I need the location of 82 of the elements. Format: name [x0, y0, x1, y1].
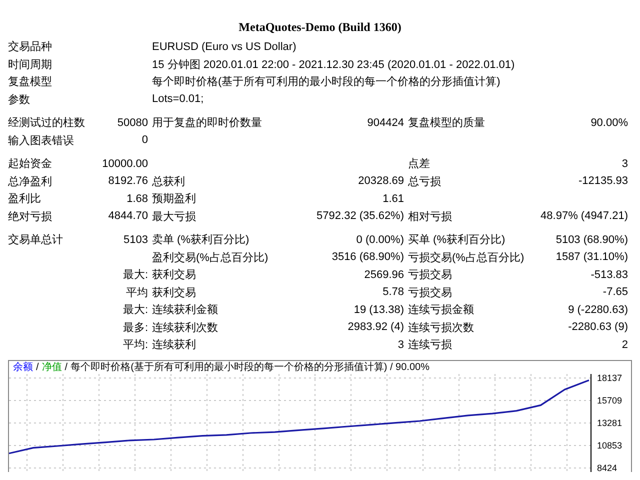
field-label: 复盘模型 [8, 75, 52, 90]
stat-label: 输入图表错误 [8, 134, 74, 148]
axis-tick-label: 10853 [597, 440, 622, 450]
stat-value: 2 [622, 338, 628, 351]
axis-tick-label: 15709 [597, 395, 622, 405]
stat-value: 5.78 [382, 286, 404, 298]
stat-label: 起始资金 [8, 157, 52, 172]
stat-label: 盈利比 [8, 192, 41, 206]
stat-value: 19 (13.38) [354, 304, 404, 316]
legend-separator: / [64, 360, 68, 374]
stat-label: 亏损交易(%占总百分比) [408, 250, 524, 265]
stat-value: 5103 [124, 234, 148, 246]
stat-value: 平均: [122, 338, 148, 352]
stat-label: 亏损交易 [408, 286, 452, 300]
stat-value: 最大: [122, 268, 148, 282]
stat-value: 3 [398, 338, 404, 351]
stat-value: -513.83 [590, 268, 628, 281]
field-value: 每个即时价格(基于所有可利用的最小时段的每一个价格的分形插值计算) [152, 75, 500, 90]
stat-label: 连续亏损次数 [408, 320, 474, 335]
stat-label: 复盘模型的质量 [408, 116, 485, 130]
stat-label: 连续获利 [152, 338, 196, 352]
stat-value: 0 (0.00%) [356, 234, 404, 246]
stat-value: 2569.96 [364, 268, 404, 281]
stat-value: 0 [142, 134, 148, 146]
stat-label: 点差 [408, 156, 430, 172]
legend-separator: / [36, 360, 39, 374]
stat-label: 总净盈利 [8, 174, 52, 189]
stat-value: 5103 (68.90%) [556, 234, 628, 246]
chart-caption: 每个即时价格(基于所有可利用的最小时段的每一个价格的分形插值计算) / 90.00% [70, 360, 430, 374]
stat-label: 获利交易 [152, 268, 196, 282]
stat-value: 1587 (31.10%) [556, 251, 628, 264]
stat-value: 20328.69 [358, 175, 404, 188]
legend-label: 净值 [42, 360, 62, 374]
report-subtitle: MetaQuotes-Demo (Build 1360) [238, 20, 402, 34]
axis-tick-label: 18137 [597, 374, 622, 382]
stat-label: 用于复盘的即时价数量 [152, 116, 262, 130]
stat-value: -12135.93 [578, 175, 628, 188]
field-value: EURUSD (Euro vs US Dollar) [152, 40, 296, 53]
stat-value: 48.97% (4947.21) [540, 210, 628, 222]
legend-label: 余额 [13, 360, 33, 374]
stat-value: 1.61 [382, 192, 404, 205]
stat-label: 相对亏损 [408, 210, 452, 224]
stat-value: 9 (-2280.63) [568, 304, 628, 316]
stat-value: 1.68 [126, 192, 148, 205]
stat-value: 10000.00 [102, 158, 148, 170]
stat-label: 连续获利次数 [152, 320, 218, 335]
axis-tick-label: 13281 [597, 418, 622, 428]
stat-label: 交易单总计 [8, 232, 63, 248]
stat-label: 亏损交易 [408, 268, 452, 282]
stat-value: 904424 [367, 116, 404, 129]
field-value: 15 分钟图 2020.01.01 22:00 - 2021.12.30 23:45 (2020.01.01 - 2022.01.01) [152, 58, 515, 72]
stat-label: 最大亏损 [152, 210, 196, 224]
stat-value: 最大: [122, 303, 148, 318]
stat-value: 5792.32 (35.62%) [316, 210, 404, 222]
stat-label: 绝对亏损 [8, 210, 52, 224]
stat-label: 连续亏损金额 [408, 302, 474, 318]
stat-label: 盈利交易(%占总百分比) [152, 250, 268, 265]
stat-value: -7.65 [602, 286, 628, 298]
stat-value: 50080 [117, 116, 148, 129]
stat-value: 3 [622, 158, 628, 170]
stat-label: 买单 (%获利百分比) [408, 233, 506, 248]
stat-label: 卖单 (%获利百分比) [152, 233, 250, 248]
stat-value: 2983.92 (4) [348, 321, 404, 334]
stat-label: 连续获利金额 [152, 302, 218, 318]
stat-label: 连续亏损 [408, 338, 452, 352]
field-value: Lots=0.01; [152, 93, 204, 106]
stat-label: 经测试过的柱数 [8, 116, 85, 130]
stat-value: 最多: [122, 320, 148, 335]
stat-label: 获利交易 [152, 286, 196, 300]
stat-value: 平均 [126, 286, 148, 300]
stat-label: 总获利 [152, 174, 185, 189]
field-label: 参数 [8, 92, 30, 107]
axis-tick-label: 8424 [597, 462, 618, 472]
field-label: 交易品种 [8, 40, 52, 54]
stat-value: 90.00% [590, 116, 628, 129]
stat-label: 预期盈利 [152, 192, 196, 206]
stat-value: 4844.70 [108, 210, 148, 222]
stat-label: 总亏损 [408, 174, 441, 189]
stat-value: 8192.76 [108, 175, 148, 188]
stat-value: -2280.63 (9) [568, 321, 628, 334]
field-label: 时间周期 [8, 58, 52, 72]
stat-value: 3516 (68.90%) [332, 251, 404, 264]
